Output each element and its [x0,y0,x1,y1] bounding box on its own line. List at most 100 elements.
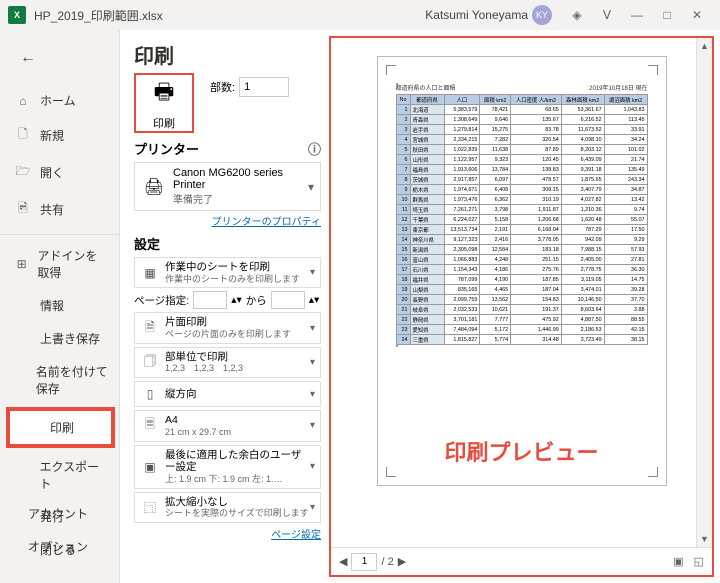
sidebar-item[interactable]: 🗁 開く [0,154,119,191]
chevron-down-icon: ▾ [310,389,315,400]
sidebar-item-label: 印刷 [50,419,74,436]
preview-footer: ◀ / 2 ▶ ▣ ◱ [331,547,712,575]
setting-desc: 作業中のシートのみを印刷します [165,274,310,285]
next-page-icon[interactable]: ▶ [398,555,406,568]
setting-main: 最後に適用した余白のユーザー設定 [165,449,310,474]
setting-margins[interactable]: ▣ 最後に適用した余白のユーザー設定上: 1.9 cm 下: 1.9 cm 左:… [134,445,321,489]
copies-input[interactable] [239,77,289,97]
setting-desc: 1,2,3 1,2,3 1,2,3 [165,363,310,374]
sidebar-item-icon: 🖻 [14,199,32,220]
ribbon-options-icon[interactable]: ᐯ [592,8,622,22]
page-to-input[interactable] [271,291,305,309]
chevron-down-icon: ▾ [310,461,315,472]
back-button[interactable]: ← [12,42,44,74]
printer-section-title: プリンター [134,139,199,158]
setting-main: 片面印刷 [165,316,310,329]
setting-collate[interactable]: 🗍 部単位で印刷1,2,3 1,2,3 1,2,3 ▾ [134,347,321,378]
current-page-input[interactable] [351,553,377,571]
setting-sides[interactable]: 🗎 片面印刷ページの片面のみを印刷します ▾ [134,312,321,343]
sidebar-item[interactable]: 🖻共有 [0,191,119,228]
sidebar-item[interactable]: 上書き保存 [0,322,119,355]
file-name: HP_2019_印刷範囲.xlsx [34,7,163,24]
chevron-down-icon: ▾ [310,323,315,334]
setting-main: 部単位で印刷 [165,351,310,364]
sidebar-item-label: アドインを取得 [37,247,109,281]
scroll-down-icon[interactable]: ▼ [697,531,712,547]
sidebar-item[interactable]: ⊞ アドインを取得 [0,234,119,289]
scroll-up-icon[interactable]: ▲ [697,38,712,54]
data-table: No都道府県人口面積 km2人口密度 人/km2森林面積 km2湖沼面積 km2… [396,94,648,345]
copies-label: 部数: [210,79,235,95]
sidebar-item-label: 情報 [40,297,64,314]
setting-desc: シートを実際のサイズで印刷します [165,508,310,519]
user-avatar[interactable]: KY [532,5,552,25]
prev-page-icon[interactable]: ◀ [339,555,347,568]
page-setup-link[interactable]: ページ設定 [134,526,321,541]
show-margins-icon[interactable]: ▣ [673,555,683,568]
print-button[interactable]: 🖶 印刷 [134,73,194,133]
backstage-sidebar: ← ⌂ホーム🗋新規 🗁 開く 🖻共有 ⊞ アドインを取得情報上書き保存名前を付けて保存印刷… [0,30,120,583]
sidebar-item-icon: ⊞ [14,257,29,271]
printer-device-icon: 🖨 [141,177,167,197]
setting-desc: 21 cm x 29.7 cm [165,427,310,438]
setting-main: 縦方向 [165,388,310,401]
settings-section-title: 設定 [134,234,160,253]
printer-info-icon[interactable]: ⓘ [308,139,321,158]
print-preview-area: 都道府県の人口と面積 2019年10月18日 現在 No都道府県人口面積 km2… [329,36,714,577]
setting-scaling[interactable]: ⿹ 拡大縮小なしシートを実際のサイズで印刷します ▾ [134,492,321,523]
sidebar-item[interactable]: エクスポート [0,450,119,500]
chevron-down-icon: ▾ [310,420,315,431]
portrait-icon: ▯ [140,385,160,403]
setting-paper-size[interactable]: 🗏 A421 cm x 29.7 cm ▾ [134,410,321,441]
chevron-down-icon: ▾ [308,180,314,194]
excel-app-icon: X [8,6,26,24]
sheet-date: 2019年10月18日 現在 [589,83,647,92]
print-button-label: 印刷 [153,115,175,131]
setting-desc: ページの片面のみを印刷します [165,329,310,340]
page-spec-to: から [246,293,267,308]
preview-page: 都道府県の人口と面積 2019年10月18日 現在 No都道府県人口面積 km2… [331,38,712,547]
sheets-icon: ▦ [140,264,160,282]
printer-name: Canon MG6200 series Printer [173,167,308,191]
page-from-input[interactable] [193,291,227,309]
setting-main: A4 [165,414,310,427]
sidebar-item-label: 開く [40,164,64,181]
chevron-down-icon: ▾ [310,502,315,513]
print-settings-panel: 印刷 🖶 印刷 部数: プリンター ⓘ 🖨 Canon MG6200 serie… [120,30,325,583]
vertical-scrollbar[interactable]: ▲ ▼ [696,38,712,547]
sidebar-item[interactable]: 印刷 [8,409,113,446]
sidebar-item-icon: 🗁 [14,162,32,183]
preview-sheet: 都道府県の人口と面積 2019年10月18日 現在 No都道府県人口面積 km2… [377,56,667,486]
minimize-icon[interactable]: ― [622,8,652,22]
chevron-down-icon: ▾ [310,357,315,368]
sidebar-item-label: 上書き保存 [40,330,100,347]
user-name: Katsumi Yoneyama [425,8,528,22]
sidebar-item-label: エクスポート [39,458,109,492]
titlebar: X HP_2019_印刷範囲.xlsx Katsumi Yoneyama KY … [0,0,720,30]
sidebar-item[interactable]: アカウント [0,497,120,530]
paper-icon: 🗏 [140,417,160,435]
print-heading: 印刷 [134,40,321,69]
setting-print-what[interactable]: ▦ 作業中のシートを印刷作業中のシートのみを印刷します ▾ [134,257,321,288]
sidebar-item-icon: 🗋 [14,125,32,146]
maximize-icon[interactable]: □ [652,8,682,22]
diamond-icon[interactable]: ◈ [562,8,592,22]
sheet-title: 都道府県の人口と面積 [396,83,456,92]
page-total: / 2 [381,556,393,568]
zoom-to-page-icon[interactable]: ◱ [694,555,704,568]
sidebar-item[interactable]: 情報 [0,289,119,322]
setting-orientation[interactable]: ▯ 縦方向 ▾ [134,381,321,407]
sidebar-item[interactable]: ⌂ホーム [0,84,119,117]
setting-desc: 上: 1.9 cm 下: 1.9 cm 左: 1.… [165,474,310,485]
setting-main: 拡大縮小なし [165,496,310,509]
printer-properties-link[interactable]: プリンターのプロパティ [134,213,321,228]
sidebar-item-icon: ⌂ [14,94,32,108]
page-spec-label: ページ指定: [134,293,189,308]
page-icon: 🗎 [140,319,160,337]
printer-selector[interactable]: 🖨 Canon MG6200 series Printer 準備完了 ▾ [134,162,321,211]
close-icon[interactable]: ✕ [682,8,712,22]
sidebar-item[interactable]: 名前を付けて保存 [0,355,119,405]
sidebar-item[interactable]: オプション [0,530,120,563]
sidebar-item[interactable]: 🗋新規 [0,117,119,154]
collate-icon: 🗍 [140,353,160,371]
